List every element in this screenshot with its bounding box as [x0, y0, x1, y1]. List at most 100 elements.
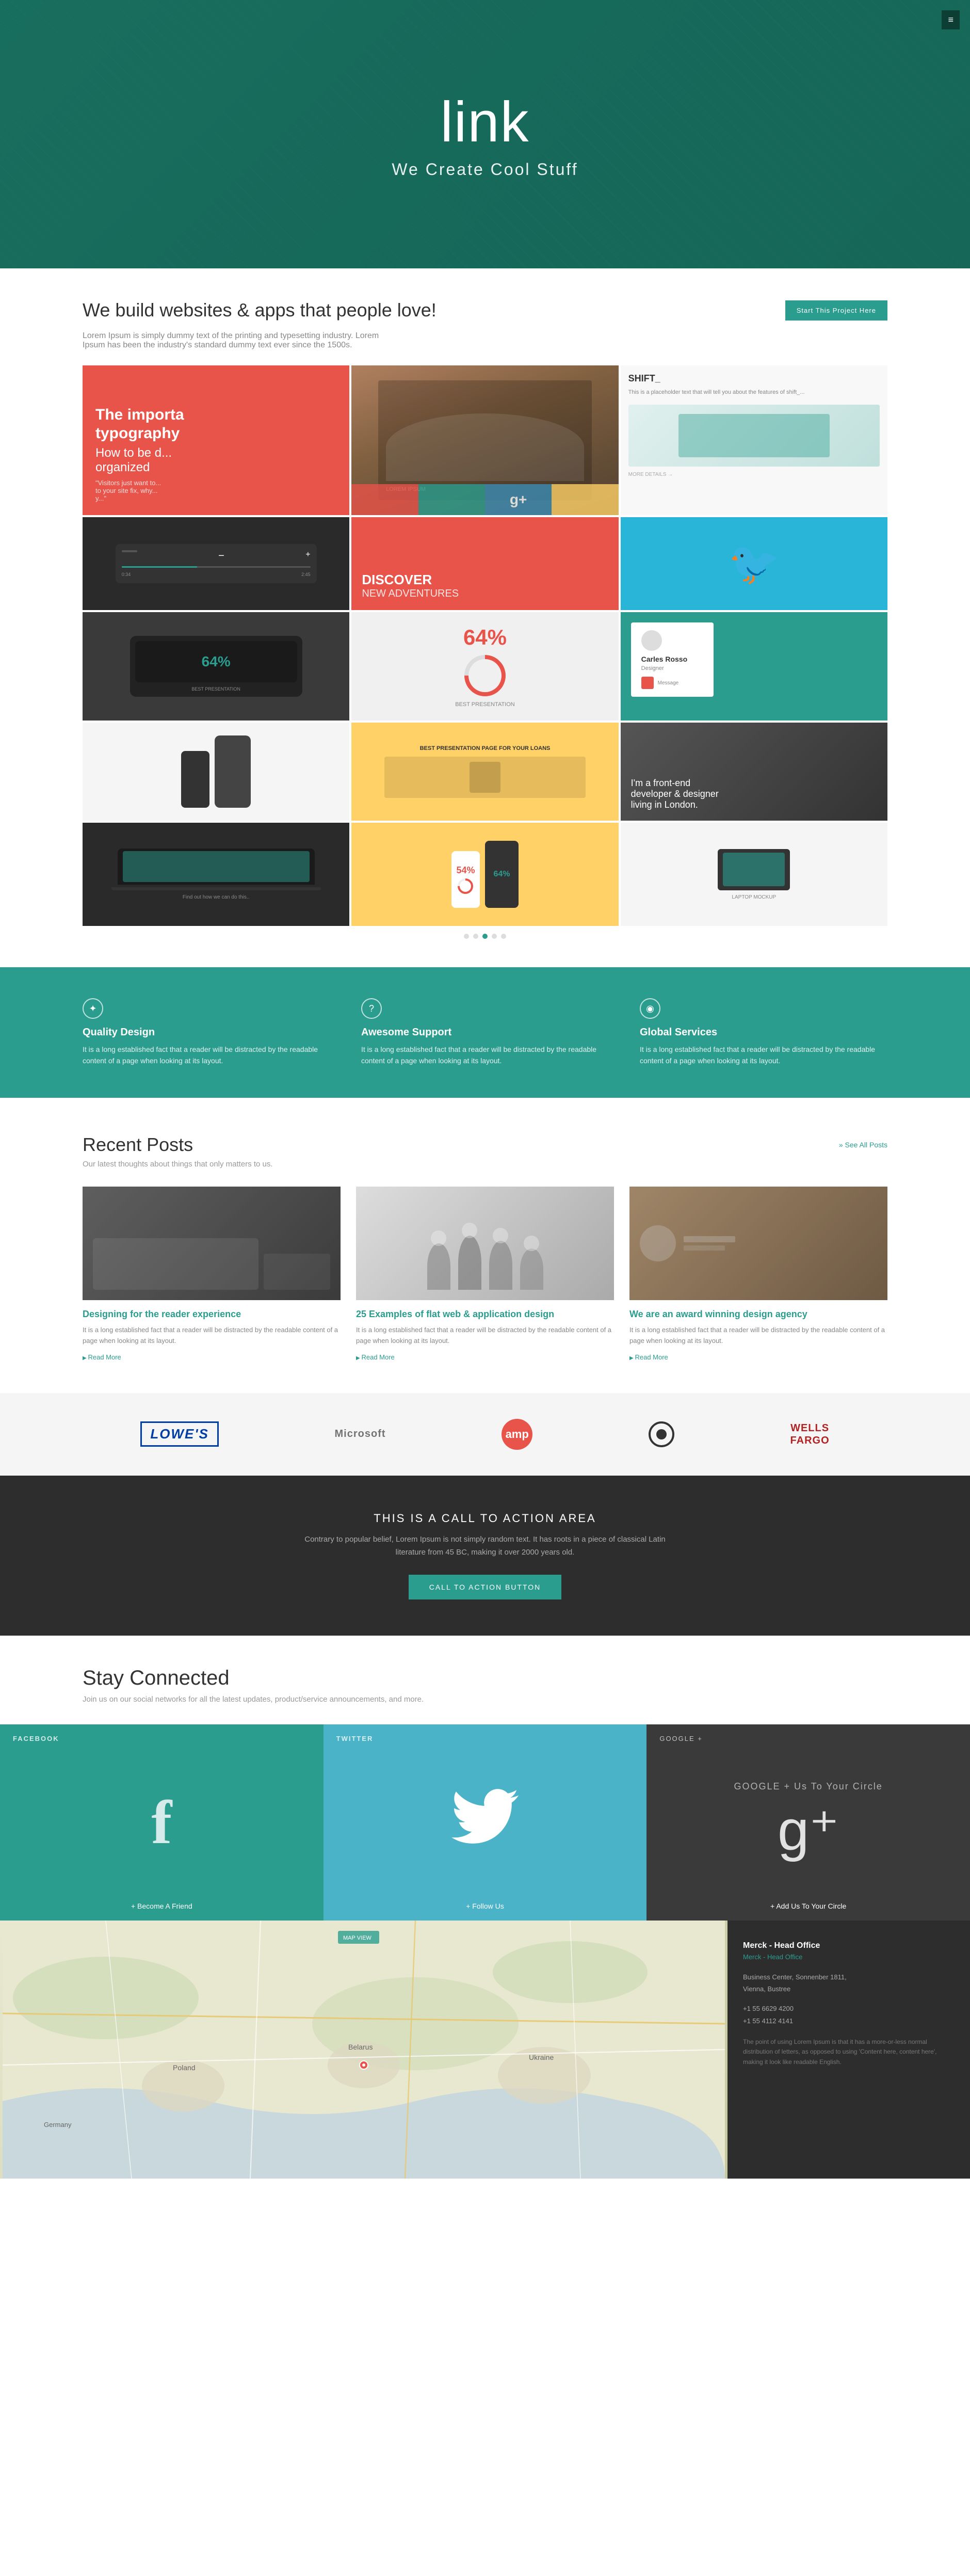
social-google[interactable]: GOOGLE + GOOGLE + Us To Your Circle g⁺ A…	[646, 1724, 970, 1921]
pagination-dot-2[interactable]	[473, 934, 478, 939]
twitter-link[interactable]: Follow Us	[466, 1902, 504, 1910]
facebook-link[interactable]: Become A Friend	[131, 1902, 192, 1910]
portfolio-item-discover[interactable]: DISCOVER NEW ADVENTURES	[351, 517, 618, 610]
brand-wellsfargo: WELLSFARGO	[790, 1422, 830, 1447]
hero-subtitle: We Create Cool Stuff	[392, 160, 578, 179]
portfolio-item-twitter[interactable]: 🐦	[621, 517, 887, 610]
google-content: GOOGLE + Us To Your Circle g⁺	[734, 1781, 883, 1863]
post-readmore-2[interactable]: Read More	[356, 1353, 395, 1361]
posts-grid: Designing for the reader experience It i…	[83, 1187, 887, 1362]
social-facebook[interactable]: FACEBOOK f Become A Friend	[0, 1724, 324, 1921]
svg-text:MAP VIEW: MAP VIEW	[343, 1935, 371, 1941]
hero-title: link	[392, 89, 578, 155]
people-silhouettes	[417, 1187, 554, 1300]
svg-text:Ukraine: Ukraine	[529, 2053, 554, 2061]
stay-connected-title: Stay Connected	[83, 1667, 887, 1690]
feature-global-desc: It is a long established fact that a rea…	[640, 1044, 887, 1067]
silhouette-3	[489, 1241, 512, 1290]
typography-text1: The importatypography	[95, 406, 336, 443]
post-card-3: We are an award winning design agency It…	[629, 1187, 887, 1362]
post-readmore-3[interactable]: Read More	[629, 1353, 668, 1361]
portfolio-item-yellowphones[interactable]: LAPTOP MOCKUP	[621, 823, 887, 926]
post-title-1[interactable]: Designing for the reader experience	[83, 1308, 341, 1321]
portfolio-item-typography[interactable]: The importatypography How to be d...orga…	[83, 365, 349, 515]
social-twitter[interactable]: TWITTER Follow Us	[324, 1724, 647, 1921]
portfolio-item-dark1[interactable]: − + 0:342:45	[83, 517, 349, 610]
recent-posts-title: Recent Posts	[83, 1134, 193, 1156]
silhouette-1	[427, 1243, 450, 1290]
google-plus-icon: g⁺	[734, 1797, 883, 1863]
google-link[interactable]: Add Us To Your Circle	[770, 1902, 846, 1910]
build-section: We build websites & apps that people lov…	[0, 268, 970, 967]
discover-sub: NEW ADVENTURES	[362, 588, 459, 600]
global-icon: ◉	[640, 998, 660, 1019]
stay-connected-section: Stay Connected Join us on our social net…	[0, 1636, 970, 1724]
map-area[interactable]: Poland Belarus Ukraine Germany MAP VIEW	[0, 1921, 728, 2179]
silhouette-4	[520, 1249, 543, 1290]
brand-amp: amp	[502, 1419, 532, 1450]
portfolio-item-photo1[interactable]: LOREM IPSUM g+	[351, 365, 618, 515]
address-phone2: +1 55 4112 4141	[743, 2015, 955, 2027]
frontdev-text: I'm a front-enddeveloper & designerlivin…	[631, 778, 719, 810]
feature-quality-title: Quality Design	[83, 1027, 330, 1038]
address-subtitle: Merck - Head Office	[743, 1953, 955, 1961]
cta-title: THIS IS A CALL TO ACTION AREA	[83, 1512, 887, 1525]
feature-quality-desc: It is a long established fact that a rea…	[83, 1044, 330, 1067]
address-footer-text: The point of using Lorem Ipsum is that i…	[743, 2037, 955, 2067]
facebook-label: FACEBOOK	[13, 1735, 59, 1742]
brands-section: LOWE'S Microsoft amp WELLSFARGO	[0, 1393, 970, 1476]
post-image-3	[629, 1187, 887, 1300]
portfolio-item-shift[interactable]: SHIFT_ This is a placeholder text that w…	[621, 365, 887, 515]
brand-lowes: LOWE'S	[140, 1421, 219, 1447]
cta-description: Contrary to popular belief, Lorem Ipsum …	[304, 1533, 666, 1559]
pagination-dot-4[interactable]	[492, 934, 497, 939]
cta-section: THIS IS A CALL TO ACTION AREA Contrary t…	[0, 1476, 970, 1636]
svg-text:Germany: Germany	[44, 2121, 72, 2129]
post-card-1: Designing for the reader experience It i…	[83, 1187, 341, 1362]
portfolio-item-chart64[interactable]: 64% BEST PRESENTATION	[351, 612, 618, 721]
start-project-button[interactable]: Start This Project Here	[785, 300, 887, 321]
quality-icon: ✦	[83, 998, 103, 1019]
feature-support: ? Awesome Support It is a long establish…	[361, 998, 609, 1067]
portfolio-item-frontdev[interactable]: I'm a front-enddeveloper & designerlivin…	[621, 723, 887, 821]
menu-button[interactable]: ≡	[942, 10, 960, 29]
build-header: We build websites & apps that people lov…	[83, 299, 887, 321]
address-panel: Merck - Head Office Merck - Head Office …	[728, 1921, 970, 2179]
portfolio-item-laptop[interactable]: Find out how we can do this..	[83, 823, 349, 926]
feature-quality: ✦ Quality Design It is a long establishe…	[83, 998, 330, 1067]
brand-target	[649, 1421, 674, 1447]
portfolio-item-chartmobile[interactable]: 54% 64%	[351, 823, 618, 926]
stay-connected-subtitle: Join us on our social networks for all t…	[83, 1695, 887, 1704]
address-company-text: Business Center, Sonnenber 1811,Vienna, …	[743, 1971, 955, 1995]
support-icon: ?	[361, 998, 382, 1019]
hero-section: ≡ link We Create Cool Stuff	[0, 0, 970, 268]
portfolio-item-phones1[interactable]	[83, 723, 349, 821]
post-card-2: 25 Examples of flat web & application de…	[356, 1187, 614, 1362]
cta-button[interactable]: CALL TO ACTION BUTTON	[409, 1575, 562, 1599]
address-company-title: Merck - Head Office	[743, 1941, 955, 1950]
address-phones: +1 55 6629 4200 +1 55 4112 4141	[743, 2003, 955, 2027]
post-readmore-1[interactable]: Read More	[83, 1353, 121, 1361]
portfolio-item-profilecard[interactable]: Carles Rosso Designer Message	[621, 612, 887, 721]
svg-text:Belarus: Belarus	[348, 2043, 373, 2051]
post-title-3[interactable]: We are an award winning design agency	[629, 1308, 887, 1321]
recent-posts-header: Recent Posts » See All Posts	[83, 1134, 887, 1156]
see-all-link[interactable]: » See All Posts	[839, 1141, 887, 1149]
build-title: We build websites & apps that people lov…	[83, 299, 436, 321]
twitter-action[interactable]: Follow Us	[324, 1902, 647, 1910]
pagination-dot-5[interactable]	[501, 934, 506, 939]
social-section: FACEBOOK f Become A Friend TWITTER Follo…	[0, 1724, 970, 1921]
google-action[interactable]: Add Us To Your Circle	[646, 1902, 970, 1910]
google-plus-heading: GOOGLE + Us To Your Circle	[734, 1781, 883, 1792]
pagination-dot-3[interactable]	[482, 934, 488, 939]
map-svg: Poland Belarus Ukraine Germany MAP VIEW	[0, 1921, 728, 2179]
facebook-icon: f	[151, 1787, 172, 1858]
portfolio-item-darkdevice[interactable]: 64% BEST PRESENTATION	[83, 612, 349, 721]
pagination-dot-1[interactable]	[464, 934, 469, 939]
feature-global-title: Global Services	[640, 1027, 887, 1038]
portfolio-item-presentation[interactable]: BEST PRESENTATION PAGE FOR YOUR LOANS	[351, 723, 618, 821]
facebook-action[interactable]: Become A Friend	[0, 1902, 324, 1910]
address-phone1: +1 55 6629 4200	[743, 2003, 955, 2014]
typography-quote: "Visitors just want to...to your site fi…	[95, 479, 336, 502]
post-title-2[interactable]: 25 Examples of flat web & application de…	[356, 1308, 614, 1321]
